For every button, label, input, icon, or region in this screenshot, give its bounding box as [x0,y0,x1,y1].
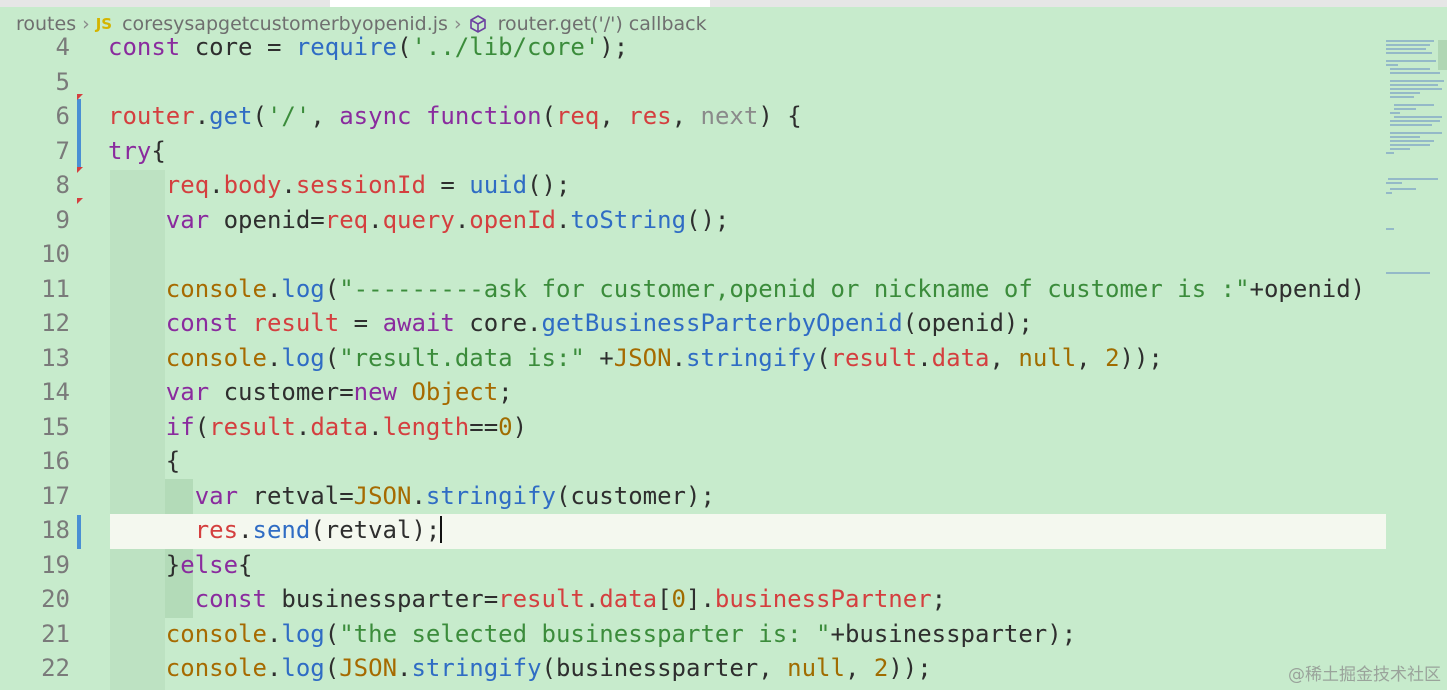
code-line[interactable]: console.log("---------ask for customer,o… [108,272,1365,307]
deleted-lines-marker[interactable] [77,167,83,173]
line-number: 5 [55,67,70,96]
code-line[interactable]: console.log(JSON.stringify(businessparte… [108,651,932,686]
line-number: 21 [41,619,70,648]
line-number: 4 [55,33,70,61]
code-line[interactable]: const core = require('../lib/core'); [108,30,628,65]
line-number: 8 [55,171,70,199]
line-number: 6 [55,102,70,130]
line-number: 15 [41,412,70,441]
line-number: 9 [55,205,70,234]
scrollbar-thumb[interactable] [1438,40,1447,70]
code-line[interactable]: }else{ [108,548,253,583]
code-line[interactable]: var customer=new Object; [108,375,513,410]
deleted-lines-marker[interactable] [77,94,83,100]
minimap[interactable] [1384,40,1444,280]
line-number: 12 [41,309,70,337]
code-line[interactable]: console.log("the selected businessparter… [108,617,1076,652]
code-line[interactable]: console.log("result.data is:" +JSON.stri… [108,341,1163,376]
code-line[interactable]: var retval=JSON.stringify(customer); [108,479,715,514]
modified-lines-marker[interactable] [77,99,81,168]
active-tab[interactable] [330,0,710,7]
line-number: 13 [41,343,70,372]
code-line[interactable]: router.get('/', async function(req, res,… [108,99,802,134]
modified-lines-marker[interactable] [77,515,81,549]
code-line[interactable]: req.body.sessionId = uuid(); [108,168,571,203]
line-number: 16 [41,447,70,475]
line-number: 20 [41,585,70,613]
line-number: 18 [41,516,70,544]
code-editor[interactable]: 4 5 6 7 8 9 10 11 12 13 14 15 16 17 18 1… [0,30,1447,690]
code-line[interactable]: if(result.data.length==0) [108,410,527,445]
watermark: @稀土掘金技术社区 [1288,665,1441,685]
line-number: 10 [41,240,70,268]
line-number: 22 [41,654,70,682]
text-cursor [440,516,443,543]
line-number: 19 [41,550,70,579]
code-line[interactable]: { [108,444,180,479]
line-number: 17 [41,481,70,510]
code-line[interactable]: const result = await core.getBusinessPar… [108,306,1033,341]
code-line[interactable]: const businessparter=result.data[0].busi… [108,582,946,617]
tab-strip [0,0,1447,7]
code-line[interactable]: var openid=req.query.openId.toString(); [108,203,730,238]
line-number: 7 [55,136,70,165]
code-line[interactable]: try{ [108,134,166,169]
deleted-lines-marker[interactable] [77,198,83,204]
code-line-current[interactable]: res.send(retval); [108,513,443,548]
line-number: 14 [41,378,70,406]
line-number: 11 [41,274,70,303]
